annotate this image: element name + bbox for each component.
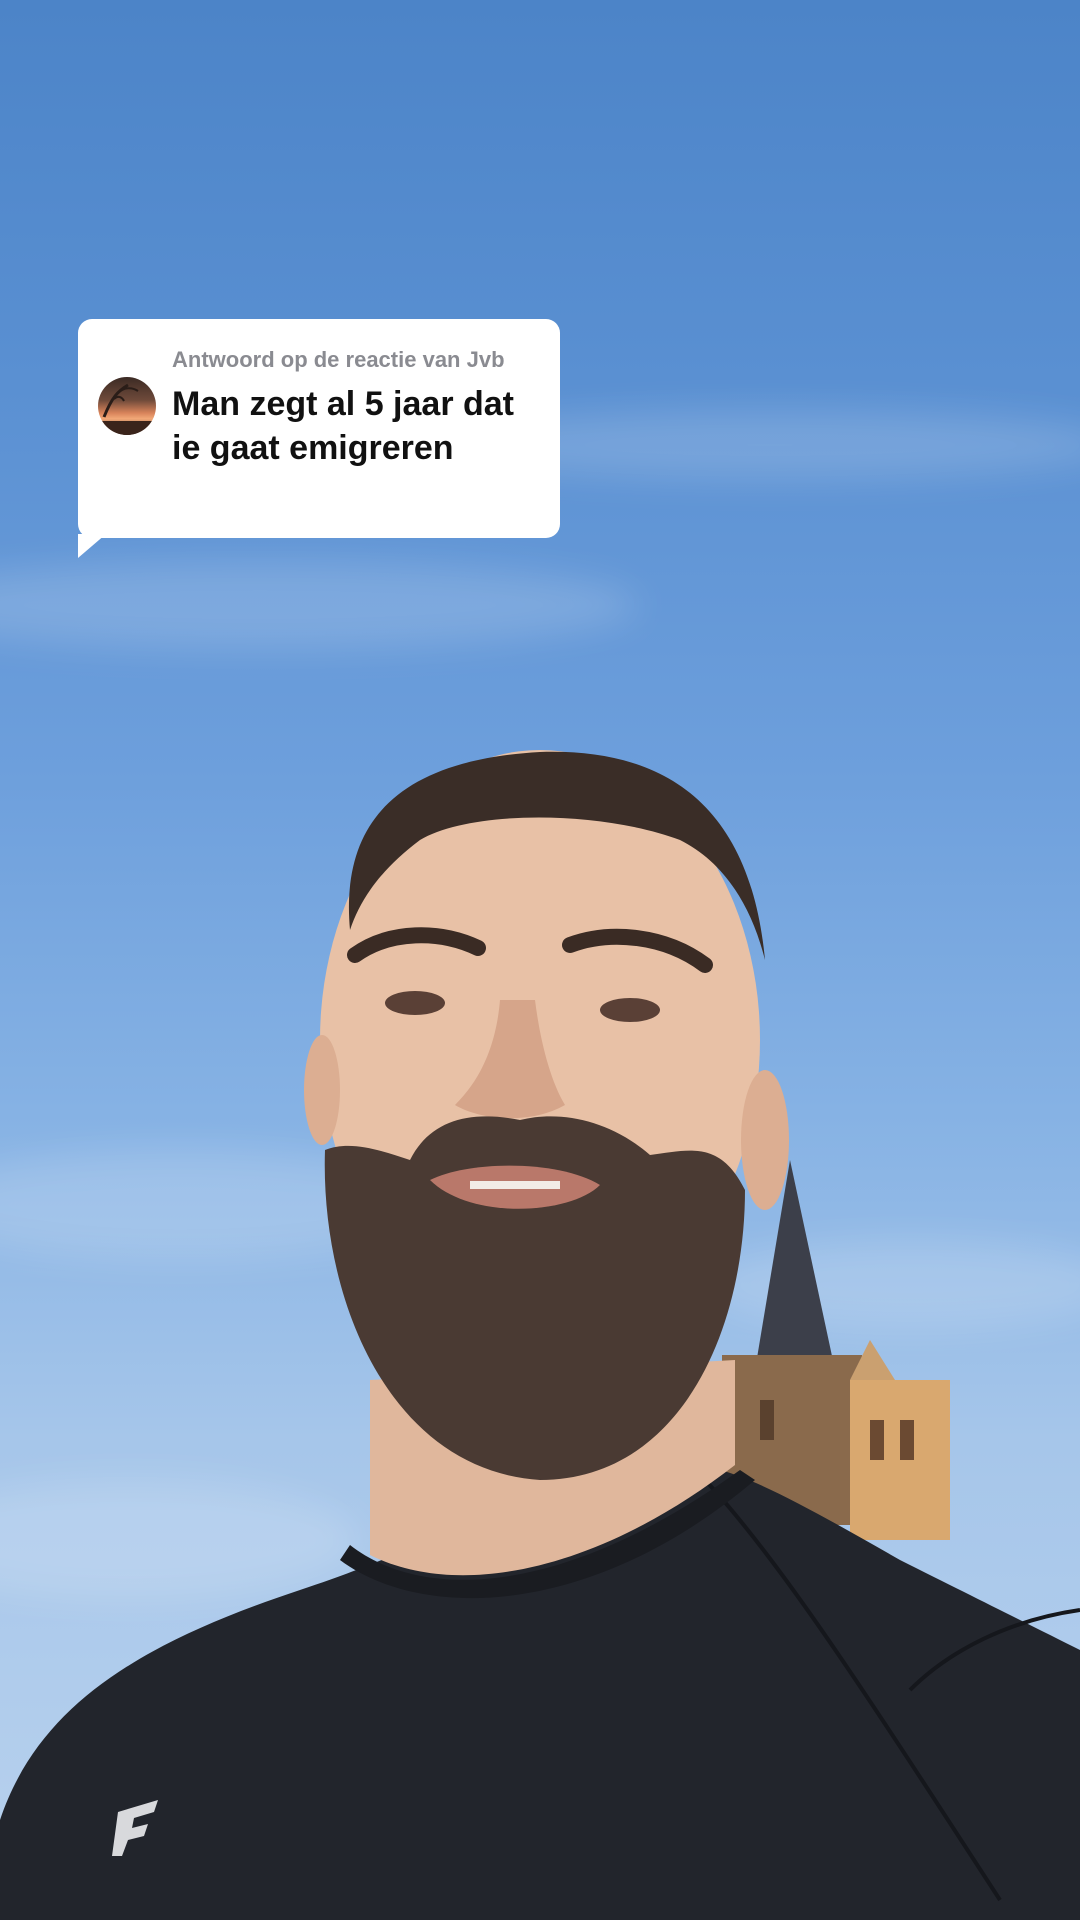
church-tower: [722, 1160, 950, 1540]
reply-bubble-tail: [78, 534, 106, 558]
reply-bubble[interactable]: Antwoord op de reactie van Jvb Man zegt …: [78, 319, 560, 538]
reply-meta: Antwoord op de reactie van Jvb: [172, 347, 505, 373]
reply-username[interactable]: Jvb: [467, 347, 505, 372]
reply-prefix: Antwoord op de reactie van: [172, 347, 461, 372]
commenter-avatar-icon[interactable]: [98, 377, 156, 435]
video-frame[interactable]: [0, 0, 1080, 1920]
reply-comment-text: Man zegt al 5 jaar dat ie gaat emigreren: [172, 385, 514, 467]
video-figure: [0, 750, 1080, 1920]
